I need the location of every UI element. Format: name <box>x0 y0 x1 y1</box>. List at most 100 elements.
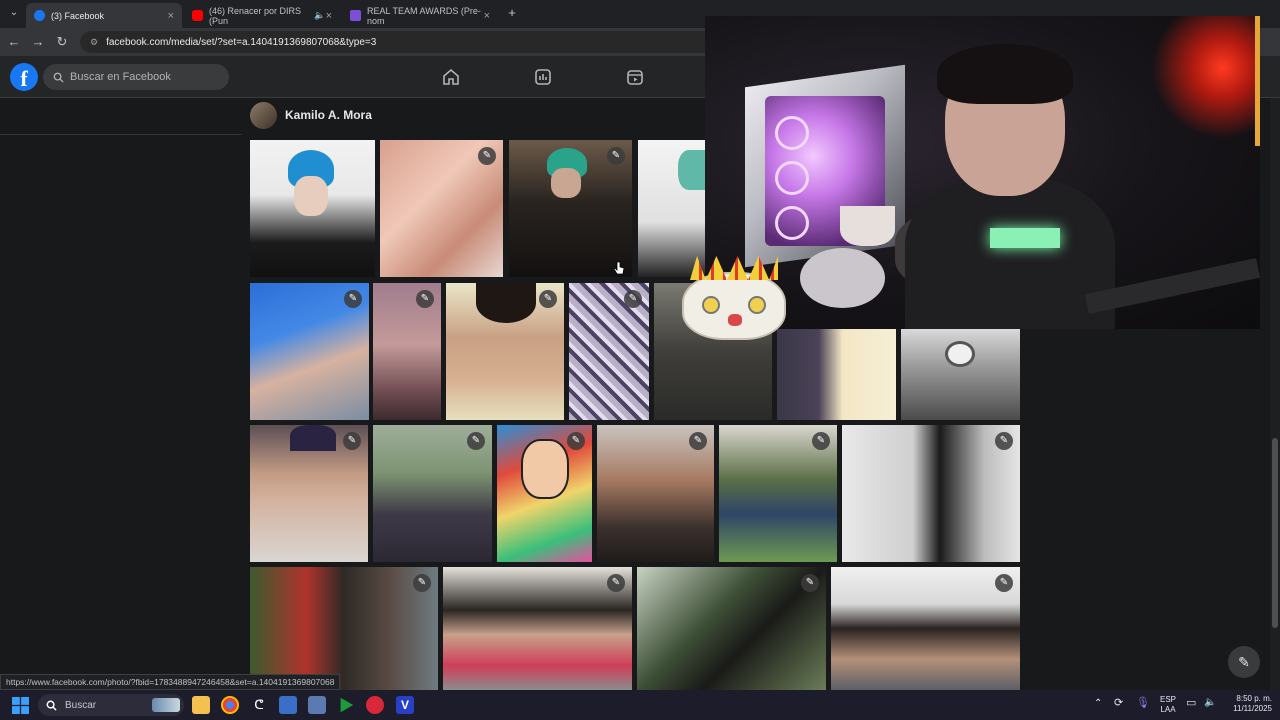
new-message-button[interactable]: ✎ <box>1228 646 1260 678</box>
sticker-overlay <box>682 246 786 340</box>
pencil-icon[interactable]: ✎ <box>995 574 1013 592</box>
photo-tile[interactable]: ✎ <box>250 283 369 420</box>
address-bar[interactable]: ⚙ facebook.com/media/set/?set=a.14041913… <box>80 31 720 53</box>
microphone-icon[interactable]: 🎙 <box>1136 698 1150 709</box>
pencil-icon[interactable]: ✎ <box>478 147 496 165</box>
volume-icon[interactable]: 🔈 <box>1204 698 1216 708</box>
pencil-icon[interactable]: ✎ <box>995 432 1013 450</box>
photo-tile[interactable]: ✎ <box>719 425 837 562</box>
close-tab-icon[interactable]: × <box>484 10 490 22</box>
pencil-icon[interactable]: ✎ <box>801 574 819 592</box>
reload-icon[interactable]: ↻ <box>54 34 70 50</box>
video-icon[interactable] <box>533 67 553 87</box>
speaker-icon[interactable]: 🔈 <box>314 10 325 21</box>
webcam-overlay <box>705 16 1260 329</box>
photo-tile[interactable]: ✎ <box>250 567 438 690</box>
home-icon[interactable] <box>441 67 461 87</box>
taskbar-search-input[interactable]: Buscar <box>38 694 184 716</box>
facebook-favicon-icon <box>34 10 45 21</box>
close-tab-icon[interactable]: × <box>326 10 332 22</box>
chevron-up-icon[interactable]: ⌃ <box>1094 699 1102 709</box>
pencil-icon[interactable]: ✎ <box>344 290 362 308</box>
photo-tile[interactable]: ✎ <box>597 425 714 562</box>
photo-tile[interactable]: ✎ <box>831 567 1020 690</box>
photo-tile[interactable] <box>250 140 375 277</box>
hand-cursor-icon <box>613 261 625 275</box>
facebook-logo-icon[interactable]: f <box>10 63 38 91</box>
obs-icon[interactable] <box>366 696 384 714</box>
clock-date: 11/11/2025 <box>1233 704 1272 713</box>
back-icon[interactable]: ← <box>6 34 22 50</box>
network-icon[interactable]: ▭ <box>1186 698 1196 709</box>
new-tab-button[interactable]: + <box>504 5 520 21</box>
album-owner[interactable]: Kamilo A. Mora <box>250 100 372 130</box>
windows-taskbar: Buscar ᕦ V ⌃ ⟳ 🎙 ESP LAA ▭ 🔈 8:50 p. m. … <box>0 690 1280 720</box>
pencil-icon[interactable]: ✎ <box>413 574 431 592</box>
photo-tile[interactable]: ✎ <box>380 140 503 277</box>
pencil-icon[interactable]: ✎ <box>624 290 642 308</box>
photo-tile[interactable]: ✎ <box>443 567 632 690</box>
page-scrollbar[interactable] <box>1270 98 1280 690</box>
facebook-search-input[interactable]: Buscar en Facebook <box>43 64 229 90</box>
tab-youtube[interactable]: (46) Renacer por DIRS (Pun 🔈 × <box>184 3 340 28</box>
search-placeholder: Buscar en Facebook <box>70 71 171 83</box>
pencil-icon[interactable]: ✎ <box>539 290 557 308</box>
pencil-icon[interactable]: ✎ <box>812 432 830 450</box>
forward-icon[interactable]: → <box>30 34 46 50</box>
photo-tile[interactable]: ✎ <box>497 425 592 562</box>
divider <box>0 134 242 135</box>
search-icon <box>46 700 57 711</box>
link-status-url: https://www.facebook.com/photo/?fbid=178… <box>0 674 341 690</box>
pencil-icon[interactable]: ✎ <box>467 432 485 450</box>
capcut-icon[interactable]: ᕦ <box>250 696 268 714</box>
calculator-icon[interactable] <box>308 696 326 714</box>
chrome-icon[interactable] <box>221 696 239 714</box>
play-icon[interactable] <box>340 697 354 713</box>
pencil-icon[interactable]: ✎ <box>343 432 361 450</box>
taskbar-search-placeholder: Buscar <box>65 699 97 711</box>
tab-list-icon[interactable]: ⌄ <box>6 5 22 21</box>
windows-start-icon[interactable] <box>12 697 29 714</box>
photo-tile[interactable]: ✎ <box>373 283 441 420</box>
site-info-icon[interactable]: ⚙ <box>90 37 98 48</box>
pencil-icon[interactable]: ✎ <box>416 290 434 308</box>
pencil-icon[interactable]: ✎ <box>689 432 707 450</box>
url-text: facebook.com/media/set/?set=a.1404191369… <box>106 36 377 48</box>
pencil-icon[interactable]: ✎ <box>567 432 585 450</box>
pencil-icon[interactable]: ✎ <box>607 574 625 592</box>
photo-tile[interactable] <box>777 329 896 420</box>
file-explorer-icon[interactable] <box>192 696 210 714</box>
close-tab-icon[interactable]: × <box>168 10 174 22</box>
compose-icon: ✎ <box>1238 654 1250 670</box>
tab-awards[interactable]: REAL TEAM AWARDS (Pre-nom × <box>342 3 498 28</box>
photo-tile[interactable]: ✎ <box>446 283 564 420</box>
photo-tile[interactable]: ✎ <box>842 425 1020 562</box>
photo-tile[interactable]: ✎ <box>250 425 368 562</box>
language-code: ESP <box>1159 695 1176 704</box>
tab-title: (3) Facebook <box>51 10 105 21</box>
app-icon[interactable] <box>279 696 297 714</box>
photo-tile[interactable] <box>901 329 1020 420</box>
owner-name[interactable]: Kamilo A. Mora <box>285 108 372 122</box>
photo-tile[interactable]: ✎ <box>637 567 826 690</box>
photo-tile[interactable]: ✎ <box>509 140 632 277</box>
avatar[interactable] <box>250 101 277 129</box>
awards-favicon-icon <box>350 10 361 21</box>
clock[interactable]: 8:50 p. m. 11/11/2025 <box>1222 694 1272 714</box>
clock-time: 8:50 p. m. <box>1236 694 1272 703</box>
tab-facebook[interactable]: (3) Facebook × <box>26 3 182 28</box>
photo-tile[interactable]: ✎ <box>569 283 649 420</box>
photo-tile[interactable]: ✎ <box>373 425 492 562</box>
language-indicator[interactable]: ESP LAA <box>1156 695 1180 715</box>
tab-title: REAL TEAM AWARDS (Pre-nom <box>367 5 481 26</box>
search-icon <box>53 72 64 83</box>
youtube-favicon-icon <box>192 10 203 21</box>
marketplace-icon[interactable] <box>625 67 645 87</box>
keyboard-layout: LAA <box>1160 705 1176 714</box>
left-sidebar <box>0 98 242 690</box>
scrollbar-thumb[interactable] <box>1272 438 1278 628</box>
app-v-icon[interactable]: V <box>396 696 414 714</box>
sync-icon[interactable]: ⟳ <box>1114 698 1123 709</box>
pencil-icon[interactable]: ✎ <box>607 147 625 165</box>
search-highlight-icon <box>152 698 180 712</box>
